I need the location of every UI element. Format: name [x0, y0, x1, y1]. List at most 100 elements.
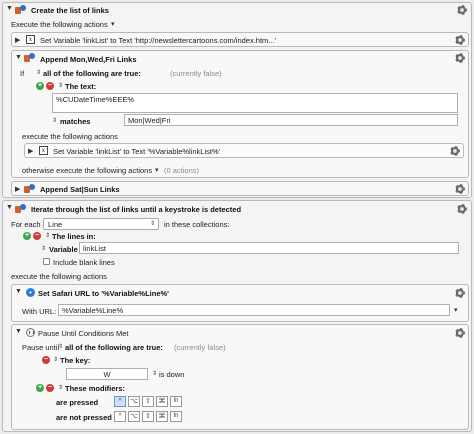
if-condition-popup[interactable]: all of the following are true:: [43, 69, 141, 78]
variable-x-icon: x: [26, 35, 35, 44]
is-down-popup[interactable]: is down: [159, 370, 184, 379]
minus-icon[interactable]: −: [46, 82, 54, 90]
popup-stepper-icon[interactable]: ⇕: [41, 245, 46, 252]
execute-actions-label: Execute the following actions: [11, 20, 108, 29]
chevron-down-icon[interactable]: ▾: [155, 166, 159, 174]
minus-icon[interactable]: −: [42, 356, 50, 364]
popup-stepper-icon[interactable]: ⇕: [58, 82, 63, 89]
disclosure-triangle-open-icon[interactable]: ▼: [15, 54, 22, 61]
group-action-icon: [15, 5, 27, 15]
key-field[interactable]: W: [66, 368, 148, 380]
gear-icon[interactable]: [457, 204, 467, 214]
disclosure-triangle-open-icon[interactable]: ▼: [6, 204, 13, 211]
popup-stepper-icon[interactable]: ⇕: [36, 69, 41, 76]
with-url-field[interactable]: %Variable%Line%: [58, 304, 450, 316]
for-each-action-icon: [15, 204, 27, 214]
variable-field[interactable]: linkList: [79, 242, 459, 254]
matches-field[interactable]: Mon|Wed|Fri: [124, 114, 458, 126]
append-sat-sun-action[interactable]: ▶ Append Sat|Sun Links: [11, 181, 469, 196]
for-each-label: For each: [11, 220, 41, 229]
pause-until-label: Pause until: [22, 343, 60, 352]
gear-icon[interactable]: [455, 288, 465, 298]
gear-icon[interactable]: [455, 35, 465, 45]
set-variable-action-title: Set Variable 'linkList' to Text 'http://…: [40, 36, 276, 45]
inner-set-variable-action[interactable]: ▶ x Set Variable 'linkList' to Text '%Va…: [24, 143, 464, 158]
disclosure-triangle-open-icon[interactable]: ▼: [15, 288, 22, 295]
disclosure-triangle-closed-icon[interactable]: ▶: [28, 147, 33, 155]
if-status: (currently false): [170, 69, 222, 78]
text-condition-label[interactable]: The text:: [65, 82, 96, 91]
are-not-pressed-label: are not pressed: [56, 413, 112, 422]
if-action-icon: [24, 184, 36, 194]
minus-icon[interactable]: −: [46, 384, 54, 392]
popup-stepper-icon[interactable]: ⇕: [52, 117, 57, 124]
variable-popup[interactable]: Variable: [49, 245, 78, 254]
pause-icon: [26, 328, 35, 337]
for-each-popup[interactable]: Line ⇕: [43, 218, 159, 230]
disclosure-triangle-closed-icon[interactable]: ▶: [15, 36, 20, 44]
pause-action-title: Pause Until Conditions Met: [38, 329, 129, 338]
safari-icon: [26, 288, 35, 297]
are-pressed-label: are pressed: [56, 398, 99, 407]
matches-popup[interactable]: matches: [60, 117, 90, 126]
append-sat-sun-title: Append Sat|Sun Links: [40, 185, 120, 194]
gear-icon[interactable]: [450, 146, 460, 156]
if-then-else-action: ▼ Append Mon,Wed,Fri Links If ⇕ all of t…: [11, 50, 469, 178]
fn-modifier-pressed[interactable]: fn: [170, 396, 182, 407]
safari-action-title: Set Safari URL to '%Variable%Line%': [38, 289, 169, 298]
otherwise-label: otherwise execute the following actions: [22, 166, 153, 175]
plus-icon[interactable]: +: [36, 82, 44, 90]
plus-icon[interactable]: +: [36, 384, 44, 392]
popup-stepper-icon[interactable]: ⇕: [53, 356, 58, 363]
gear-icon[interactable]: [455, 184, 465, 194]
lines-in-label[interactable]: The lines in:: [52, 232, 96, 241]
with-url-label: With URL:: [22, 307, 57, 316]
in-collections-label: in these collections:: [164, 220, 230, 229]
control-modifier-not-pressed[interactable]: ^: [114, 411, 126, 422]
include-blank-lines-label: Include blank lines: [53, 258, 115, 267]
text-condition-field[interactable]: %CUDateTime%EEE%: [52, 93, 458, 113]
pause-until-action: ▼ Pause Until Conditions Met Pause until…: [11, 324, 469, 430]
control-modifier-pressed[interactable]: ^: [114, 396, 126, 407]
gear-icon[interactable]: [455, 53, 465, 63]
command-modifier-not-pressed[interactable]: ⌘: [156, 411, 168, 422]
popup-stepper-icon: ⇕: [149, 221, 155, 227]
shift-modifier-pressed[interactable]: ⇧: [142, 396, 154, 407]
if-execute-label: execute the following actions: [22, 132, 118, 141]
loop-execute-label: execute the following actions: [11, 272, 107, 281]
plus-icon[interactable]: +: [23, 232, 31, 240]
iterate-links-group: ▼ Iterate through the list of links unti…: [2, 200, 472, 432]
option-modifier-not-pressed[interactable]: ⌥: [128, 411, 140, 422]
minus-icon[interactable]: −: [33, 232, 41, 240]
gear-icon[interactable]: [455, 328, 465, 338]
pause-condition-popup[interactable]: all of the following are true:: [65, 343, 163, 352]
set-variable-action[interactable]: ▶ x Set Variable 'linkList' to Text 'htt…: [11, 32, 469, 47]
modifiers-condition-label[interactable]: These modifiers:: [65, 384, 125, 393]
if-action-icon: [24, 53, 36, 63]
popup-stepper-icon[interactable]: ⇕: [45, 232, 50, 239]
disclosure-triangle-closed-icon[interactable]: ▶: [15, 185, 20, 193]
key-condition-label[interactable]: The key:: [60, 356, 90, 365]
disclosure-triangle-open-icon[interactable]: ▼: [6, 5, 13, 12]
inner-set-variable-title: Set Variable 'linkList' to Text '%Variab…: [53, 147, 221, 156]
variable-x-icon: x: [39, 146, 48, 155]
if-block-title: Append Mon,Wed,Fri Links: [40, 55, 137, 64]
set-safari-url-action: ▼ Set Safari URL to '%Variable%Line%' Wi…: [11, 284, 469, 322]
command-modifier-pressed[interactable]: ⌘: [156, 396, 168, 407]
include-blank-lines-checkbox[interactable]: [43, 258, 50, 265]
shift-modifier-not-pressed[interactable]: ⇧: [142, 411, 154, 422]
group1-title: Create the list of links: [31, 6, 109, 15]
chevron-down-icon[interactable]: ▾: [454, 306, 458, 314]
disclosure-triangle-open-icon[interactable]: ▼: [15, 328, 22, 335]
popup-stepper-icon[interactable]: ⇕: [58, 343, 63, 350]
popup-stepper-icon[interactable]: ⇕: [58, 384, 63, 391]
option-modifier-pressed[interactable]: ⌥: [128, 396, 140, 407]
fn-modifier-not-pressed[interactable]: fn: [170, 411, 182, 422]
pause-status: (currently false): [174, 343, 226, 352]
chevron-down-icon[interactable]: ▾: [111, 20, 115, 28]
otherwise-count: (0 actions): [164, 166, 200, 175]
popup-stepper-icon[interactable]: ⇕: [152, 370, 157, 377]
create-links-group: ▼ Create the list of links Execute the f…: [2, 2, 472, 198]
gear-icon[interactable]: [457, 5, 467, 15]
for-each-value: Line: [48, 220, 63, 229]
